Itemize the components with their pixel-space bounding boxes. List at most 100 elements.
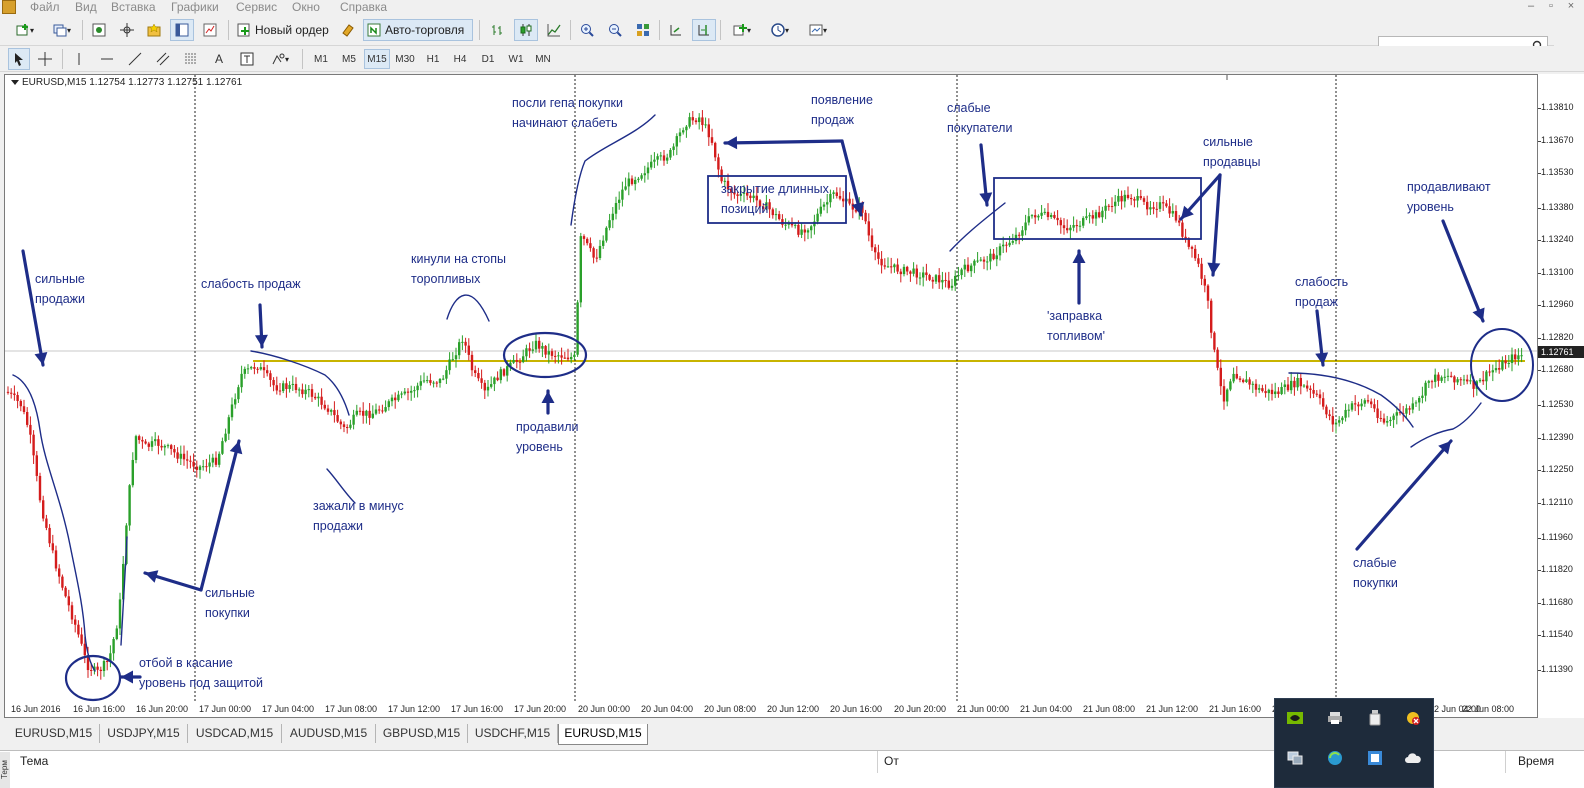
trendline-button[interactable] — [124, 48, 146, 70]
tab-audusd-m15[interactable]: AUDUSD,M15 — [282, 724, 376, 743]
price-axis[interactable]: 1.13810 1.13670 1.13530 1.13380 1.13240 1.131… — [1538, 74, 1584, 718]
candle-body — [896, 264, 899, 272]
tab-gbpusd-m15[interactable]: GBPUSD,M15 — [376, 724, 468, 743]
zoom-in-button[interactable] — [575, 19, 599, 41]
restore-icon[interactable]: ▫ — [1544, 0, 1558, 14]
zoom-in-icon — [581, 24, 594, 37]
price-chart[interactable]: EURUSD,M15 1.12754 1.12773 1.12751 1.127… — [4, 74, 1538, 718]
timeframe-m5[interactable]: M5 — [336, 49, 362, 69]
profiles-button[interactable]: ▾ — [46, 19, 78, 41]
candle-body — [266, 370, 269, 374]
candle-body — [234, 399, 237, 405]
minimize-icon[interactable]: – — [1524, 0, 1538, 14]
menu-service[interactable]: Сервис — [236, 0, 277, 14]
collapse-triangle-icon[interactable] — [11, 79, 19, 85]
clock-icon — [771, 23, 785, 37]
periods-button[interactable]: ▾ — [763, 19, 797, 41]
timeframe-mn[interactable]: MN — [530, 49, 556, 69]
new-chart-button[interactable]: ▾ — [6, 19, 44, 41]
shapes-button[interactable]: ▾ — [264, 48, 296, 70]
crosshair-button[interactable] — [34, 48, 56, 70]
strategy-tester-button[interactable] — [198, 19, 222, 41]
auto-trading-button[interactable]: Авто-торговля — [363, 19, 473, 41]
menu-file[interactable]: Файл — [30, 0, 60, 14]
candle-body — [29, 424, 32, 435]
nvidia-icon[interactable] — [1285, 709, 1305, 727]
tab-eurusd-m15-active[interactable]: EURUSD,M15 — [558, 724, 648, 745]
candle-body — [195, 466, 198, 470]
candle-body — [243, 368, 246, 374]
timeframe-d1[interactable]: D1 — [475, 49, 501, 69]
tab-usdchf-m15[interactable]: USDCHF,M15 — [468, 724, 558, 743]
candles-button[interactable] — [514, 19, 538, 41]
indicators-button[interactable]: ▾ — [725, 19, 759, 41]
tab-eurusd-m15-1[interactable]: EURUSD,M15 — [8, 724, 100, 743]
candle-body — [1178, 220, 1181, 223]
menu-window[interactable]: Окно — [292, 0, 320, 14]
price-tick-label: 1.13380 — [1541, 201, 1574, 212]
navigator-button[interactable] — [142, 19, 166, 41]
timeframe-m15[interactable]: M15 — [364, 49, 390, 69]
candle-body — [1082, 218, 1085, 226]
candle-body — [650, 161, 653, 168]
timeframe-m30[interactable]: M30 — [392, 49, 418, 69]
candle-body — [1232, 373, 1235, 382]
tile-windows-button[interactable] — [631, 19, 655, 41]
metaeditor-button[interactable] — [337, 19, 359, 41]
new-order-button[interactable]: Новый ордер — [233, 19, 331, 41]
right-gutter — [1554, 16, 1584, 46]
terminal-button[interactable] — [170, 19, 194, 41]
menu-help[interactable]: Справка — [340, 0, 387, 14]
candle-body — [1411, 403, 1414, 410]
vertical-line-button[interactable] — [68, 48, 90, 70]
annotation-bounce: отбой в касание уровень под защитой — [139, 656, 264, 690]
candle-body — [355, 410, 358, 415]
usb-drive-icon[interactable] — [1365, 709, 1385, 727]
menu-charts[interactable]: Графики — [171, 0, 219, 14]
candle-body — [346, 427, 349, 429]
network-display-icon[interactable] — [1285, 749, 1305, 767]
tab-usdcad-m15[interactable]: USDCAD,M15 — [188, 724, 282, 743]
candle-body — [163, 445, 166, 448]
fibonacci-button[interactable] — [180, 48, 202, 70]
cloud-icon[interactable] — [1403, 749, 1423, 767]
candle-body — [989, 253, 992, 262]
terminal-side-label[interactable]: Терм — [0, 752, 10, 788]
menu-view[interactable]: Вид — [75, 0, 97, 14]
chart-shift-button[interactable] — [692, 19, 716, 41]
channel-button[interactable] — [152, 48, 174, 70]
app-tray-icon[interactable] — [1365, 749, 1385, 767]
time-tick-label: 20 Jun 08:00 — [704, 704, 757, 714]
auto-scroll-button[interactable] — [664, 19, 688, 41]
tab-usdjpy-m15[interactable]: USDJPY,M15 — [100, 724, 188, 743]
column-subject[interactable]: Тема — [14, 751, 878, 773]
candle-body — [1206, 285, 1210, 301]
candle-body — [77, 624, 80, 635]
menu-insert[interactable]: Вставка — [111, 0, 156, 14]
cursor-button[interactable] — [8, 48, 30, 70]
candle-body — [83, 643, 86, 656]
data-window-button[interactable] — [115, 19, 139, 41]
close-icon[interactable]: × — [1564, 0, 1578, 14]
timeframe-h1[interactable]: H1 — [420, 49, 446, 69]
sync-globe-icon[interactable] — [1325, 749, 1345, 767]
zoom-out-button[interactable] — [603, 19, 627, 41]
text-label-button[interactable] — [236, 48, 258, 70]
printer-icon[interactable] — [1325, 709, 1345, 727]
market-watch-button[interactable] — [87, 19, 111, 41]
text-button[interactable]: A — [208, 48, 230, 70]
line-chart-button[interactable] — [542, 19, 566, 41]
timeframe-w1[interactable]: W1 — [503, 49, 529, 69]
candle-body — [1379, 417, 1382, 419]
column-time[interactable]: Время — [1512, 751, 1584, 773]
candle-body — [320, 396, 323, 405]
candle-body — [944, 279, 947, 281]
timeframe-h4[interactable]: H4 — [447, 49, 473, 69]
bar-chart-button[interactable] — [486, 19, 510, 41]
templates-button[interactable]: ▾ — [801, 19, 835, 41]
security-warning-icon[interactable] — [1403, 709, 1423, 727]
candle-body — [800, 229, 803, 235]
timeframe-m1[interactable]: M1 — [308, 49, 334, 69]
horizontal-line-button[interactable] — [96, 48, 118, 70]
candle-body — [1315, 393, 1318, 395]
